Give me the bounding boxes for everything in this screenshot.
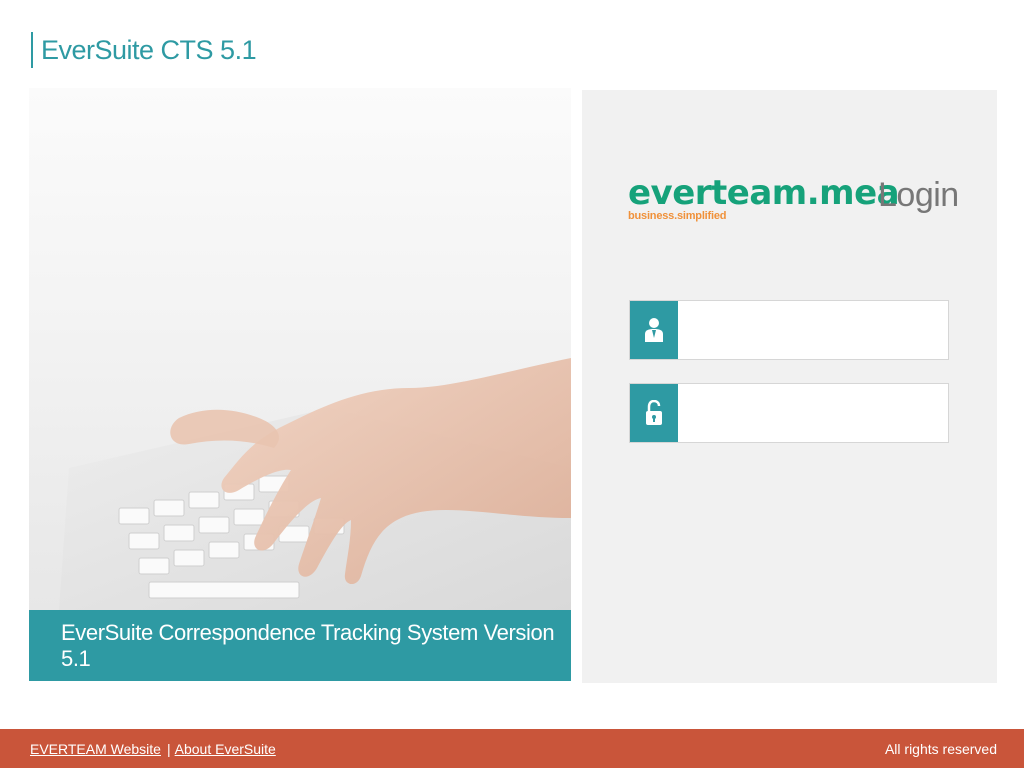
footer-separator: |: [166, 741, 171, 757]
password-input[interactable]: [678, 384, 948, 442]
username-field: [629, 300, 949, 360]
copyright-text: All rights reserved: [884, 741, 997, 757]
typing-hands-illustration: [59, 358, 571, 610]
footer-links: EVERTEAM Website | About EverSuite: [30, 741, 276, 757]
lock-icon: [630, 384, 678, 442]
footer: EVERTEAM Website | About EverSuite All r…: [0, 729, 1024, 768]
carousel-image-typing-hands: [29, 88, 571, 610]
carousel-caption: EverSuite Correspondence Tracking System…: [29, 610, 571, 681]
app-title: EverSuite CTS 5.1: [31, 32, 257, 68]
about-eversuite-link[interactable]: About EverSuite: [175, 741, 276, 757]
user-icon: [630, 301, 678, 359]
username-input[interactable]: [678, 301, 948, 359]
login-panel: everteam.mea business.simplified Login: [582, 90, 997, 683]
brand-logo: everteam.mea business.simplified: [628, 173, 900, 222]
image-carousel: ‹ › EverSuite Correspondence Tracking Sy…: [29, 88, 571, 681]
everteam-website-link[interactable]: EVERTEAM Website: [30, 741, 161, 757]
login-heading: Login: [878, 176, 959, 214]
brand-name: everteam.mea: [628, 173, 900, 213]
password-field: [629, 383, 949, 443]
login-page: EverSuite CTS 5.1 EverSuite Corresponden…: [0, 0, 1024, 768]
